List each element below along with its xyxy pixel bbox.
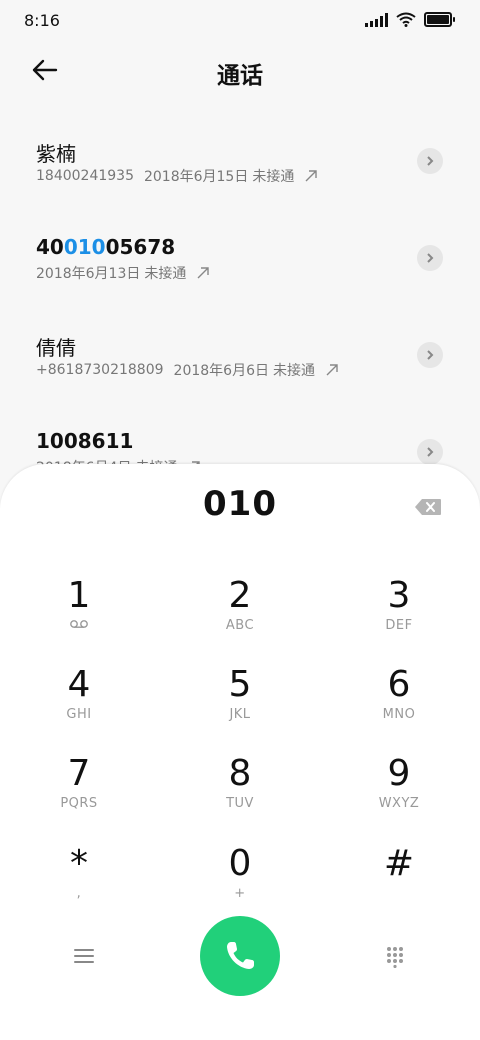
call-list-item[interactable]: 4001005678 2018年6月13日 未接通 [0,217,480,314]
phone-icon [227,942,254,969]
key-digit: 2 [228,575,252,616]
dial-key-6[interactable]: 6 MNO [339,665,459,745]
dial-key-5[interactable]: 5 JKL [180,665,300,745]
key-letters: PQRS [60,796,98,811]
phone-number: +8618730218809 [36,362,164,378]
key-letters: ABC [225,618,255,633]
call-detail-button[interactable] [417,245,443,271]
status-icons [365,12,455,27]
voicemail-icon [19,618,139,633]
key-digit: 0 [228,843,252,884]
battery-icon [424,12,455,27]
key-digit: 6 [387,664,411,705]
dial-key-4[interactable]: 4 GHI [19,665,139,745]
dial-key-star[interactable]: * , [19,844,139,924]
wifi-icon [396,12,416,27]
call-status: 未接通 [144,266,187,282]
number-match-highlight: 010 [63,235,106,259]
outgoing-call-arrow-icon [326,364,338,376]
number-prefix: 40 [36,235,64,259]
menu-icon [74,949,94,963]
backspace-button[interactable] [414,498,442,516]
call-date: 2018年6月15日 [143,169,249,185]
key-digit: 5 [228,664,252,705]
chevron-right-icon [427,156,434,166]
dial-key-2[interactable]: 2 ABC [180,576,300,656]
key-digit: * [70,843,88,884]
status-bar: 8:16 [0,0,480,40]
dial-key-hash[interactable]: # [339,844,459,924]
key-letters: JKL [229,707,251,722]
call-date: 2018年6月6日 [173,363,269,379]
key-digit: # [383,843,415,884]
call-list-item[interactable]: 倩倩 +8618730218809 2018年6月6日 未接通 [0,314,480,411]
key-digit: 3 [387,575,411,616]
keypad-icon [387,947,403,969]
dial-key-3[interactable]: 3 DEF [339,576,459,656]
chevron-right-icon [427,447,434,457]
dialpad-actions [0,916,480,996]
phone-number: 4001005678 [36,235,175,259]
dial-key-1[interactable]: 1 [19,576,139,656]
call-details: 2018年6月13日 未接通 [36,263,210,283]
number-suffix: 05678 [105,235,176,259]
key-digit: 9 [387,753,411,794]
key-digit: 8 [228,753,252,794]
key-digit: 1 [67,575,91,616]
contact-name: 1008611 [36,429,134,453]
dial-key-9[interactable]: 9 WXYZ [339,754,459,834]
backspace-icon [415,499,441,515]
header: 通话 [0,40,480,100]
key-letters: TUV [226,796,254,811]
menu-button[interactable] [73,947,95,965]
dial-key-0[interactable]: 0 + [180,844,300,924]
call-date: 2018年6月13日 [36,266,141,282]
key-digit: 4 [67,664,91,705]
page-title: 通话 [217,63,263,89]
call-status: 未接通 [252,169,295,185]
outgoing-call-arrow-icon [197,267,210,279]
key-letters: MNO [382,707,416,722]
contact-name: 紫楠 [36,142,76,166]
dialpad-panel: 010 1 2 ABC 3 DEF 4 GHI 5 JKL 6 MNO 7 PQ… [0,464,480,1040]
call-list-item[interactable]: 紫楠 18400241935 2018年6月15日 未接通 [0,120,480,217]
keypad-toggle-button[interactable] [385,946,405,969]
status-time: 8:16 [24,11,60,30]
contact-name: 倩倩 [36,336,76,360]
call-status: 未接通 [272,363,315,379]
dialed-number: 010 [203,484,277,524]
key-letters: + [234,886,246,901]
key-letters: GHI [66,707,92,722]
key-digit: 7 [67,753,91,794]
dial-key-8[interactable]: 8 TUV [180,754,300,834]
call-detail-button[interactable] [417,439,443,465]
call-detail-button[interactable] [417,342,443,368]
call-button[interactable] [200,916,280,996]
call-list: 紫楠 18400241935 2018年6月15日 未接通 4001005678… [0,120,480,508]
key-letters: , [76,886,82,901]
key-letters: DEF [385,618,413,633]
call-detail-button[interactable] [417,148,443,174]
signal-icon [365,12,388,27]
phone-number: 18400241935 [36,168,134,184]
chevron-right-icon [427,350,434,360]
dial-key-7[interactable]: 7 PQRS [19,754,139,834]
call-details: 18400241935 2018年6月15日 未接通 [36,166,318,186]
outgoing-call-arrow-icon [305,170,318,182]
call-details: +8618730218809 2018年6月6日 未接通 [36,360,339,380]
chevron-right-icon [427,253,434,263]
key-letters: WXYZ [378,796,420,811]
